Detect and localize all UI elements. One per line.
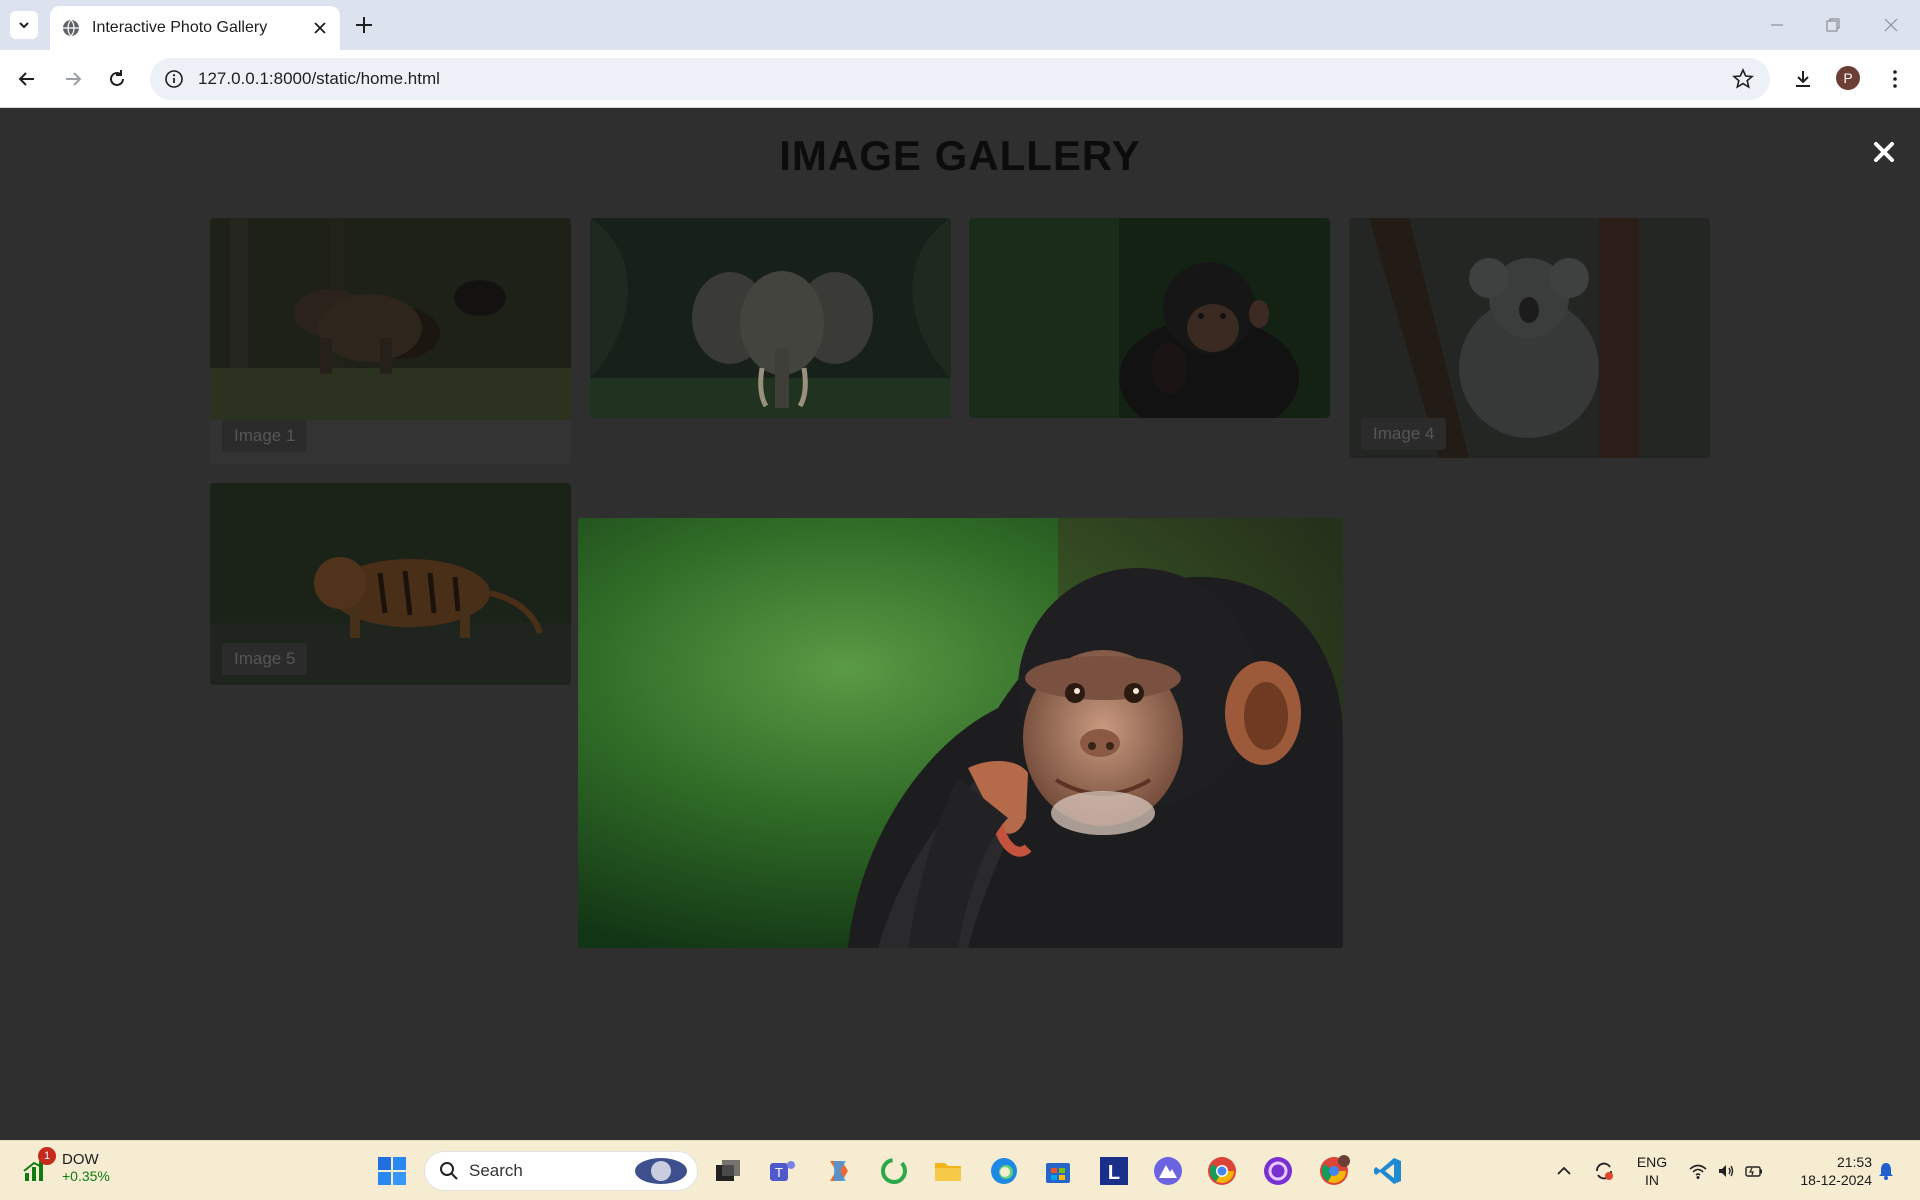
image-caption: Image 5 (222, 643, 308, 675)
tab-search-button[interactable] (10, 11, 38, 39)
notification-badge: 1 (38, 1147, 56, 1165)
mountain-app-icon[interactable] (1152, 1155, 1184, 1187)
store-icon[interactable] (1042, 1155, 1074, 1187)
address-bar[interactable]: 127.0.0.1:8000/static/home.html (150, 58, 1770, 100)
gallery-item-tiger[interactable]: Image 5 (210, 483, 571, 685)
reload-button[interactable] (104, 66, 130, 92)
back-button[interactable] (14, 66, 40, 92)
teams-icon[interactable]: T (766, 1155, 798, 1187)
clock[interactable]: 21:53 18-12-2024 (1782, 1153, 1872, 1189)
tab-title: Interactive Photo Gallery (92, 19, 268, 36)
window-close-icon[interactable] (1880, 14, 1902, 36)
url-text[interactable]: 127.0.0.1:8000/static/home.html (198, 69, 1732, 89)
file-explorer-icon[interactable] (932, 1155, 964, 1187)
language-indicator[interactable]: ENG IN (1632, 1153, 1672, 1189)
search-icon (440, 1162, 458, 1180)
arrow-left-icon (18, 72, 34, 86)
elephant-image (590, 218, 951, 418)
gallery-item-elephant[interactable] (590, 218, 951, 418)
bookmark-star-icon[interactable] (1732, 68, 1754, 90)
battery-icon[interactable] (1744, 1161, 1764, 1181)
edge-icon[interactable] (988, 1155, 1020, 1187)
profile-avatar[interactable]: P (1836, 66, 1860, 90)
gallery-page: IMAGE GALLERY Image 1 Image 4 Image 5 (0, 108, 1920, 1140)
forward-button[interactable] (60, 66, 86, 92)
more-vertical-icon (1893, 70, 1897, 88)
task-view-icon[interactable] (712, 1155, 744, 1187)
taskbar-search[interactable]: Search (424, 1151, 698, 1191)
region-code: IN (1645, 1172, 1659, 1188)
vscode-icon[interactable] (1372, 1155, 1404, 1187)
gallery-item-bear[interactable]: Image 1 (210, 218, 571, 464)
reload-icon (110, 70, 124, 86)
bear-image (210, 218, 571, 420)
chimpanzee-image (969, 218, 1330, 418)
sync-icon[interactable] (1592, 1159, 1616, 1183)
svg-text:L: L (1108, 1162, 1120, 1184)
volume-icon[interactable] (1716, 1161, 1736, 1181)
gallery-item-chimpanzee[interactable] (969, 218, 1330, 418)
browser-toolbar: 127.0.0.1:8000/static/home.html P (0, 50, 1920, 108)
windows-start-icon[interactable] (376, 1155, 408, 1187)
minimize-icon[interactable] (1766, 14, 1788, 36)
new-tab-icon[interactable] (352, 13, 376, 37)
chimpanzee-large-image (578, 518, 1343, 948)
downloads-button[interactable] (1790, 66, 1816, 92)
taskbar: 1 DOW +0.35% Search T L ENG IN 21:53 18-… (0, 1140, 1920, 1200)
lightbox-image[interactable] (578, 518, 1343, 948)
search-label: Search (469, 1161, 523, 1180)
browser-tab[interactable]: Interactive Photo Gallery (50, 6, 340, 50)
clock-date: 18-12-2024 (1800, 1172, 1872, 1188)
copilot-icon[interactable] (822, 1155, 854, 1187)
tab-close-icon[interactable] (312, 20, 328, 36)
close-icon[interactable] (1870, 138, 1898, 166)
restore-icon[interactable] (1822, 14, 1844, 36)
search-highlight-icon (635, 1158, 687, 1184)
page-title: IMAGE GALLERY (779, 132, 1141, 179)
chrome-icon[interactable] (1206, 1155, 1238, 1187)
gallery-item-koala[interactable]: Image 4 (1349, 218, 1710, 458)
language-code: ENG (1636, 1154, 1668, 1170)
image-caption: Image 1 (222, 420, 308, 452)
sync-circle-icon[interactable] (878, 1155, 910, 1187)
chevron-down-icon (19, 22, 29, 29)
purple-app-icon[interactable] (1262, 1155, 1294, 1187)
clock-time: 21:53 (1836, 1154, 1872, 1170)
stock-widget[interactable]: 1 DOW +0.35% (22, 1147, 110, 1184)
chevron-up-icon[interactable] (1554, 1161, 1574, 1181)
chrome-profile-icon[interactable] (1318, 1155, 1350, 1187)
browser-tab-bar: Interactive Photo Gallery (0, 0, 1920, 50)
globe-icon (63, 19, 79, 37)
l-app-icon[interactable]: L (1098, 1155, 1130, 1187)
svg-text:T: T (775, 1165, 783, 1180)
download-icon (1796, 71, 1810, 87)
notification-bell-icon[interactable] (1876, 1161, 1896, 1181)
site-info-icon[interactable] (164, 69, 184, 89)
stock-name: DOW (62, 1151, 99, 1168)
browser-menu-button[interactable] (1882, 66, 1908, 92)
stock-change: +0.35% (62, 1168, 110, 1184)
image-caption: Image 4 (1361, 418, 1447, 450)
wifi-icon[interactable] (1688, 1161, 1708, 1181)
arrow-right-icon (66, 72, 82, 86)
